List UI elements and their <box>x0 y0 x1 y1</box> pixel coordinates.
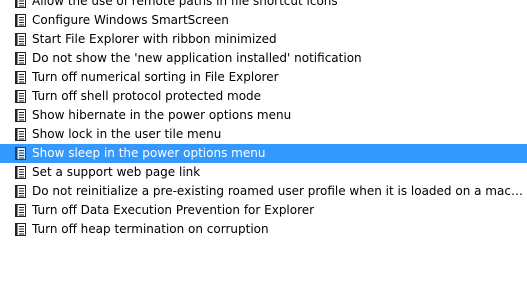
list-item[interactable]: Show lock in the user tile menu <box>0 125 527 144</box>
list-item[interactable]: Set a support web page link <box>0 163 527 182</box>
list-item[interactable]: Turn off heap termination on corruption <box>0 220 527 239</box>
policy-setting-icon <box>15 147 26 160</box>
list-item-label: Do not reinitialize a pre-existing roame… <box>32 184 527 198</box>
list-item[interactable]: Do not reinitialize a pre-existing roame… <box>0 182 527 201</box>
list-item-label: Show sleep in the power options menu <box>32 146 266 160</box>
policy-setting-icon <box>15 223 26 236</box>
list-item-label: Turn off Data Execution Prevention for E… <box>32 203 315 217</box>
policy-setting-icon <box>15 166 26 179</box>
list-item-label: Start File Explorer with ribbon minimize… <box>32 32 277 46</box>
list-item[interactable]: Do not show the 'new application install… <box>0 49 527 68</box>
policy-setting-icon <box>15 90 26 103</box>
list-item[interactable]: Turn off numerical sorting in File Explo… <box>0 68 527 87</box>
list-item[interactable]: Allow the use of remote paths in file sh… <box>0 0 527 11</box>
policy-setting-icon <box>15 204 26 217</box>
list-item[interactable]: Configure Windows SmartScreen <box>0 11 527 30</box>
policy-setting-icon <box>15 0 26 8</box>
list-item[interactable]: Show hibernate in the power options menu <box>0 106 527 125</box>
list-item-label: Turn off numerical sorting in File Explo… <box>32 70 279 84</box>
policy-setting-icon <box>15 109 26 122</box>
list-item-label: Show hibernate in the power options menu <box>32 108 292 122</box>
policy-setting-icon <box>15 52 26 65</box>
list-item-label: Turn off shell protocol protected mode <box>32 89 262 103</box>
policy-setting-icon <box>15 128 26 141</box>
list-item-label: Do not show the 'new application install… <box>32 51 362 65</box>
policy-setting-icon <box>15 33 26 46</box>
policy-settings-list[interactable]: Allow the use of remote paths in file sh… <box>0 0 527 300</box>
list-item-label: Allow the use of remote paths in file sh… <box>32 0 338 8</box>
policy-setting-icon <box>15 185 26 198</box>
list-item[interactable]: Show sleep in the power options menu <box>0 144 527 163</box>
list-item-label: Turn off heap termination on corruption <box>32 222 269 236</box>
policy-setting-icon <box>15 71 26 84</box>
list-item[interactable]: Turn off Data Execution Prevention for E… <box>0 201 527 220</box>
list-item-label: Show lock in the user tile menu <box>32 127 222 141</box>
list-item-label: Set a support web page link <box>32 165 201 179</box>
policy-setting-icon <box>15 14 26 27</box>
list-item[interactable]: Turn off shell protocol protected mode <box>0 87 527 106</box>
list-item[interactable]: Start File Explorer with ribbon minimize… <box>0 30 527 49</box>
list-item-label: Configure Windows SmartScreen <box>32 13 229 27</box>
